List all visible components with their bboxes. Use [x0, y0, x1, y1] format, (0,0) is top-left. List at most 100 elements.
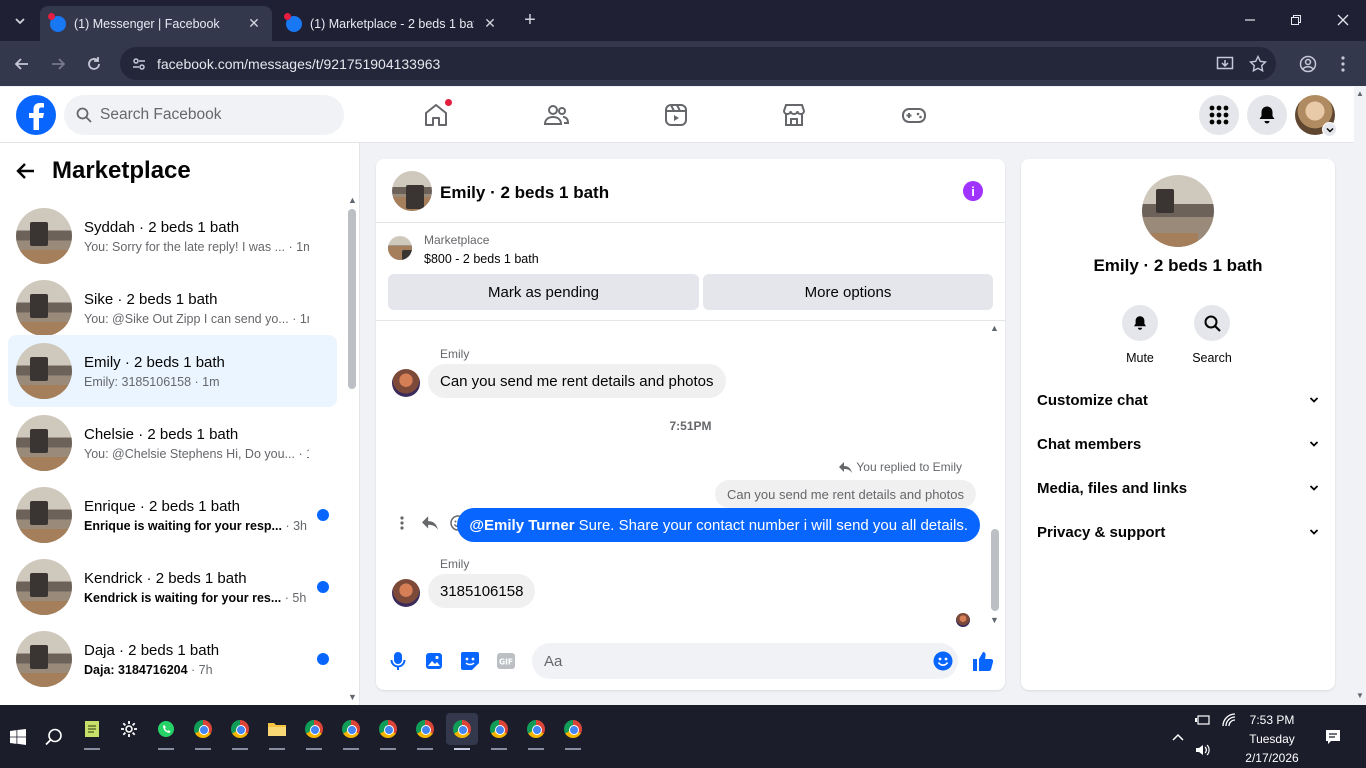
chrome-menu-icon[interactable] [1331, 52, 1355, 76]
chrome-icon[interactable] [483, 713, 515, 750]
notification-center-icon[interactable] [1317, 721, 1349, 753]
scroll-down-arrow-icon[interactable]: ▼ [1356, 691, 1364, 700]
emoji-icon[interactable] [931, 649, 955, 673]
account-avatar[interactable] [1295, 95, 1337, 137]
chrome-icon-active[interactable] [446, 713, 478, 750]
scroll-up-arrow-icon[interactable]: ▲ [990, 323, 999, 333]
taskbar-search-icon[interactable] [38, 721, 70, 753]
more-dots-icon[interactable] [388, 509, 416, 537]
conversation-item[interactable]: Enrique · 2 beds 1 bath Enrique is waiti… [8, 479, 337, 551]
chrome-icon[interactable] [409, 713, 441, 750]
battery-icon[interactable] [1190, 707, 1216, 733]
chat-title[interactable]: Emily · 2 beds 1 bath [440, 183, 609, 203]
chat-members-row[interactable]: Chat members [1029, 422, 1327, 466]
conversation-item[interactable]: Sike · 2 beds 1 bath You: @Sike Out Zipp… [8, 272, 337, 344]
volume-icon[interactable] [1190, 737, 1216, 763]
marketplace-nav-icon[interactable] [776, 97, 812, 133]
taskbar-clock[interactable]: 7:53 PM Tuesday 2/17/2026 [1238, 711, 1306, 768]
scroll-up-arrow-icon[interactable]: ▲ [1356, 89, 1364, 98]
video-nav-icon[interactable] [658, 97, 694, 133]
sender-avatar[interactable] [392, 579, 420, 607]
menu-grid-icon[interactable] [1199, 95, 1239, 135]
browser-tab-messenger[interactable]: (1) Messenger | Facebook ✕ [40, 6, 272, 41]
close-tab-icon[interactable]: ✕ [246, 15, 262, 32]
mention[interactable]: @Emily Turner [469, 517, 574, 534]
search-action[interactable]: Search [1182, 305, 1242, 365]
mark-as-pending-button[interactable]: Mark as pending [388, 274, 699, 310]
scroll-up-arrow-icon[interactable]: ▲ [348, 195, 357, 205]
close-window-icon[interactable] [1331, 8, 1355, 32]
gif-icon[interactable]: GIF [494, 649, 518, 673]
facebook-search-box[interactable] [64, 95, 344, 135]
sender-avatar[interactable] [392, 369, 420, 397]
windows-start-icon[interactable] [2, 721, 34, 753]
incoming-message[interactable]: 3185106158 [428, 574, 536, 608]
scroll-down-arrow-icon[interactable]: ▼ [990, 615, 999, 625]
chrome-icon[interactable] [335, 713, 367, 750]
microphone-icon[interactable] [386, 649, 410, 673]
sticker-icon[interactable] [458, 649, 482, 673]
scroll-down-arrow-icon[interactable]: ▼ [348, 692, 357, 702]
chrome-icon[interactable] [520, 713, 552, 750]
forward-arrow-icon[interactable] [46, 52, 70, 76]
address-bar[interactable]: facebook.com/messages/t/921751904133963 [120, 47, 1276, 80]
tab-search-dropdown[interactable] [8, 9, 32, 33]
gaming-nav-icon[interactable] [896, 97, 932, 133]
chat-scrollbar-thumb[interactable] [991, 529, 999, 611]
like-thumb-icon[interactable] [971, 649, 995, 673]
conversation-item[interactable]: Daja · 2 beds 1 bath Daja: 3184716204 · … [8, 623, 337, 695]
chrome-icon[interactable] [187, 713, 219, 750]
unread-dot [317, 581, 329, 593]
back-arrow-icon[interactable] [16, 161, 36, 181]
settings-gear-icon[interactable] [113, 713, 145, 745]
conversation-item[interactable]: Syddah · 2 beds 1 bath You: Sorry for th… [8, 200, 337, 272]
friends-nav-icon[interactable] [538, 97, 574, 133]
facebook-logo-icon[interactable] [16, 95, 56, 135]
scrollbar-thumb[interactable] [348, 209, 356, 389]
more-options-button[interactable]: More options [703, 274, 993, 310]
close-tab-icon[interactable]: ✕ [482, 15, 498, 32]
bookmark-star-icon[interactable] [1249, 55, 1267, 73]
privacy-support-row[interactable]: Privacy & support [1029, 510, 1327, 554]
page-scrollbar[interactable]: ▲ ▼ [1354, 87, 1366, 705]
clock-day: Tuesday [1249, 732, 1295, 746]
chat-listing-avatar[interactable] [392, 171, 432, 211]
listing-price-title[interactable]: $800 - 2 beds 1 bath [424, 252, 539, 266]
message-input[interactable] [532, 643, 958, 679]
listing-thumbnail[interactable] [388, 236, 412, 260]
whatsapp-icon[interactable] [150, 713, 182, 750]
photo-icon[interactable] [422, 649, 446, 673]
info-icon[interactable]: i [963, 181, 983, 201]
contact-listing-avatar[interactable] [1142, 175, 1214, 247]
home-nav-icon[interactable] [418, 97, 454, 133]
profile-icon[interactable] [1296, 52, 1320, 76]
outgoing-message[interactable]: @Emily Turner Sure. Share your contact nu… [457, 508, 980, 542]
back-arrow-icon[interactable] [10, 52, 34, 76]
tray-chevron-up-icon[interactable] [1164, 721, 1192, 753]
conversation-item[interactable]: Chelsie · 2 beds 1 bath You: @Chelsie St… [8, 407, 337, 479]
reply-icon[interactable] [416, 509, 444, 537]
minimize-icon[interactable] [1238, 8, 1262, 32]
restore-icon[interactable] [1284, 8, 1308, 32]
install-app-icon[interactable] [1216, 55, 1234, 73]
notepad-icon[interactable] [76, 713, 108, 750]
mute-action[interactable]: Mute [1110, 305, 1170, 365]
incoming-message[interactable]: Can you send me rent details and photos [428, 364, 726, 398]
chrome-icon[interactable] [557, 713, 589, 750]
conversation-name: Syddah · 2 beds 1 bath [84, 218, 240, 236]
chrome-icon[interactable] [298, 713, 330, 750]
file-explorer-icon[interactable] [261, 713, 293, 750]
notifications-bell-icon[interactable] [1247, 95, 1287, 135]
search-input[interactable] [100, 106, 320, 124]
chrome-icon[interactable] [224, 713, 256, 750]
new-tab-plus-icon[interactable]: + [520, 10, 540, 31]
site-settings-icon[interactable] [131, 56, 147, 72]
reload-icon[interactable] [82, 52, 106, 76]
chrome-icon[interactable] [372, 713, 404, 750]
quoted-message[interactable]: Can you send me rent details and photos [714, 480, 976, 508]
conversation-item-selected[interactable]: Emily · 2 beds 1 bath Emily: 3185106158 … [8, 335, 337, 407]
customize-chat-row[interactable]: Customize chat [1029, 378, 1327, 422]
browser-tab-marketplace[interactable]: (1) Marketplace - 2 beds 1 bath ✕ [276, 6, 508, 41]
media-files-links-row[interactable]: Media, files and links [1029, 466, 1327, 510]
conversation-item[interactable]: Kendrick · 2 beds 1 bath Kendrick is wai… [8, 551, 337, 623]
